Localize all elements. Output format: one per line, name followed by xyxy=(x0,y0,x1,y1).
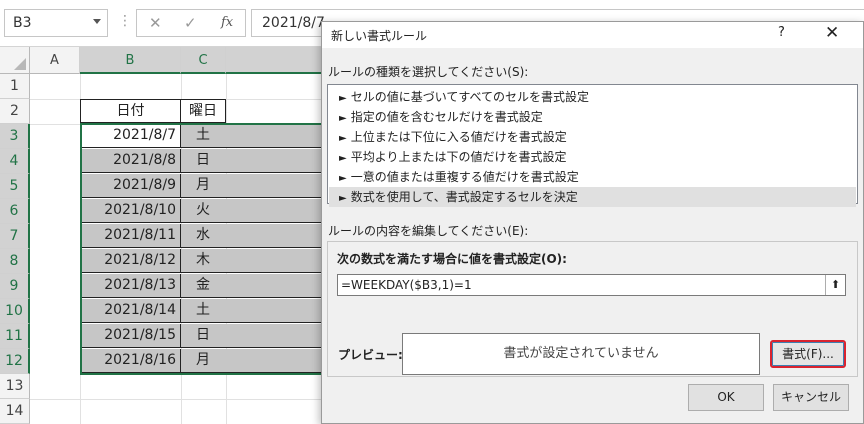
row-header-13[interactable]: 13 xyxy=(0,374,30,399)
arrow-right-icon: ► xyxy=(339,153,347,164)
name-box-value: B3 xyxy=(13,15,32,31)
rule-type-text: 一意の値または重複する値だけを書式設定 xyxy=(350,170,579,184)
formula-buttons: ✕ ✓ fx xyxy=(136,9,246,37)
row-header-5[interactable]: 5 xyxy=(0,174,30,199)
rule-type-label: ルールの種類を選択してください(S): xyxy=(328,65,529,79)
row-header-7[interactable]: 7 xyxy=(0,224,30,249)
cancel-button[interactable]: キャンセル xyxy=(773,384,849,411)
edit-rule-label: ルールの内容を編集してください(E): xyxy=(328,224,529,238)
grip-dots-icon: ⋮ xyxy=(118,13,132,29)
row-header-14[interactable]: 14 xyxy=(0,399,30,424)
row-header-3[interactable]: 3 xyxy=(0,124,30,149)
rule-type-item[interactable]: ► 平均より上または下の値だけを書式設定 xyxy=(329,147,856,167)
arrow-right-icon: ► xyxy=(339,173,347,184)
formula-condition-label: 次の数式を満たす場合に値を書式設定(O): xyxy=(337,252,567,266)
help-button[interactable]: ? xyxy=(778,25,785,40)
dialog-title: 新しい書式ルール xyxy=(331,29,428,43)
rule-type-item[interactable]: ► 一意の値または重複する値だけを書式設定 xyxy=(329,167,856,187)
row-header-12[interactable]: 12 xyxy=(0,349,30,374)
row-header-8[interactable]: 8 xyxy=(0,249,30,274)
formula-text: 2021/8/7 xyxy=(262,15,325,31)
row-header-6[interactable]: 6 xyxy=(0,199,30,224)
rule-type-text: 指定の値を含むセルだけを書式設定 xyxy=(350,110,543,124)
select-all-button[interactable] xyxy=(0,47,30,74)
row-header-10[interactable]: 10 xyxy=(0,299,30,324)
collapse-dialog-icon[interactable]: ⬆ xyxy=(825,275,845,295)
rule-type-text: 平均より上または下の値だけを書式設定 xyxy=(350,150,567,164)
dialog-titlebar[interactable]: 新しい書式ルール ? ✕ xyxy=(322,22,863,48)
arrow-right-icon: ► xyxy=(339,113,347,124)
row-header-9[interactable]: 9 xyxy=(0,274,30,299)
formula-condition-value: =WEEKDAY($B3,1)=1 xyxy=(341,278,472,292)
rule-type-item-selected[interactable]: ► 数式を使用して、書式設定するセルを決定 xyxy=(329,187,856,207)
gridline xyxy=(30,399,330,400)
edit-rule-group: 次の数式を満たす場合に値を書式設定(O): =WEEKDAY($B3,1)=1 … xyxy=(327,241,858,377)
insert-function-icon[interactable]: fx xyxy=(221,15,233,30)
row-header-1[interactable]: 1 xyxy=(0,74,30,99)
row-header-2[interactable]: 2 xyxy=(0,99,30,124)
selection-border xyxy=(80,123,330,375)
arrow-right-icon: ► xyxy=(339,193,347,204)
header-cell-date[interactable]: 日付 xyxy=(80,99,181,123)
close-button[interactable]: ✕ xyxy=(825,23,839,43)
rule-type-text: セルの値に基づいてすべてのセルを書式設定 xyxy=(350,90,590,104)
column-header-b[interactable]: B xyxy=(80,47,181,74)
column-header-a[interactable]: A xyxy=(30,47,80,74)
header-cell-day[interactable]: 曜日 xyxy=(180,99,226,123)
select-all-icon xyxy=(14,58,26,70)
ok-button[interactable]: OK xyxy=(688,384,764,411)
cancel-icon[interactable]: ✕ xyxy=(149,14,162,32)
arrow-right-icon: ► xyxy=(339,93,347,104)
rule-type-text: 上位または下位に入る値だけを書式設定 xyxy=(350,130,567,144)
name-box[interactable]: B3 xyxy=(4,9,108,37)
chevron-down-icon[interactable] xyxy=(93,19,101,24)
arrow-right-icon: ► xyxy=(339,133,347,144)
new-format-rule-dialog: 新しい書式ルール ? ✕ ルールの種類を選択してください(S): ► セルの値に基… xyxy=(321,21,864,424)
row-header-11[interactable]: 11 xyxy=(0,324,30,349)
enter-icon[interactable]: ✓ xyxy=(184,14,197,32)
preview-box: 書式が設定されていません xyxy=(402,333,760,375)
rule-type-list[interactable]: ► セルの値に基づいてすべてのセルを書式設定 ► 指定の値を含むセルだけを書式設定 … xyxy=(327,84,858,207)
format-button[interactable]: 書式(F)... xyxy=(770,340,846,368)
column-header-d[interactable] xyxy=(226,47,330,74)
rule-type-text: 数式を使用して、書式設定するセルを決定 xyxy=(350,190,578,204)
row-header-4[interactable]: 4 xyxy=(0,149,30,174)
rule-type-item[interactable]: ► セルの値に基づいてすべてのセルを書式設定 xyxy=(329,87,856,107)
preview-label: プレビュー: xyxy=(338,348,403,362)
rule-type-item[interactable]: ► 上位または下位に入る値だけを書式設定 xyxy=(329,127,856,147)
column-header-c[interactable]: C xyxy=(181,47,226,74)
formula-condition-input[interactable]: =WEEKDAY($B3,1)=1 ⬆ xyxy=(337,274,846,296)
rule-type-item[interactable]: ► 指定の値を含むセルだけを書式設定 xyxy=(329,107,856,127)
